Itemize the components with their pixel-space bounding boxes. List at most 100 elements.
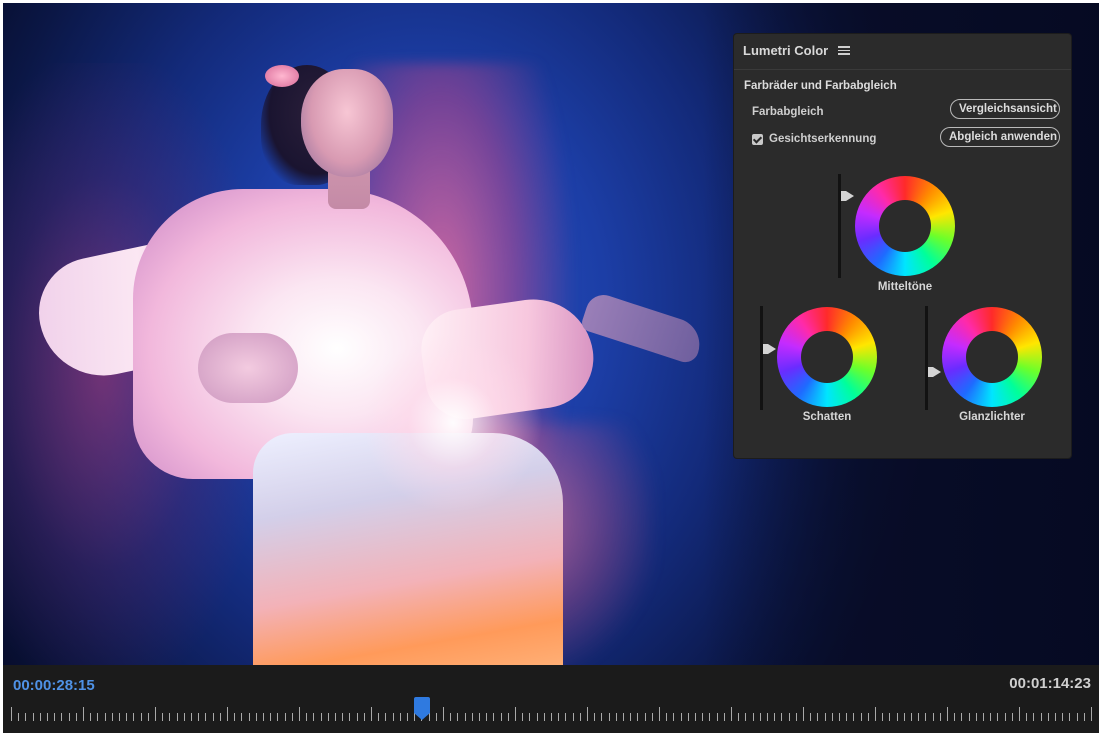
ruler-tick: [666, 713, 668, 721]
ruler-tick: [903, 713, 905, 721]
ruler-tick: [162, 713, 164, 721]
comparison-view-button[interactable]: Vergleichsansicht: [950, 99, 1060, 119]
ruler-tick: [227, 707, 228, 721]
highlights-color-wheel[interactable]: [942, 307, 1042, 407]
ruler-tick: [169, 713, 171, 721]
shadows-slider-thumb[interactable]: [763, 344, 776, 354]
ruler-tick: [716, 713, 718, 721]
ruler-tick: [155, 707, 156, 721]
ruler-tick: [702, 713, 704, 721]
ruler-tick: [140, 713, 142, 721]
ruler-tick: [889, 713, 891, 721]
section-title[interactable]: Farbräder und Farbabgleich: [744, 80, 897, 92]
ruler-tick: [817, 713, 819, 721]
ruler-tick: [126, 713, 128, 721]
ruler-tick: [853, 713, 855, 721]
timeline-ruler[interactable]: [11, 703, 1093, 725]
ruler-tick: [32, 713, 34, 721]
shadows-color-wheel[interactable]: [777, 307, 877, 407]
ruler-tick: [680, 713, 682, 721]
ruler-tick: [68, 713, 70, 721]
ruler-tick: [212, 713, 214, 721]
ruler-tick: [1055, 713, 1056, 721]
ruler-tick: [255, 713, 257, 721]
apply-match-button[interactable]: Abgleich anwenden: [940, 127, 1060, 147]
ruler-tick: [457, 713, 459, 721]
ruler-tick: [990, 713, 992, 721]
ruler-tick: [723, 713, 725, 721]
playhead[interactable]: [414, 697, 431, 721]
midtones-slider-track[interactable]: [838, 174, 841, 278]
current-timecode[interactable]: 00:00:28:15: [13, 677, 95, 694]
ruler-tick: [104, 713, 106, 721]
ruler-tick: [349, 713, 351, 721]
ruler-tick: [234, 713, 236, 721]
ruler-tick: [745, 713, 747, 721]
highlights-slider-thumb[interactable]: [928, 367, 941, 377]
ruler-tick: [558, 713, 560, 721]
color-match-label: Farbabgleich: [752, 106, 824, 118]
ruler-tick: [327, 713, 329, 721]
ruler-tick: [788, 713, 790, 721]
ruler-tick: [205, 713, 207, 721]
ruler-tick: [839, 713, 840, 721]
ruler-tick: [968, 713, 970, 721]
ruler-tick: [443, 707, 444, 721]
face-detection-label: Gesichtserkennung: [769, 133, 877, 145]
ruler-tick: [774, 713, 776, 721]
ruler-tick: [1047, 713, 1049, 721]
ruler-tick: [846, 713, 848, 721]
ruler-tick: [183, 713, 185, 721]
ruler-tick: [1076, 713, 1078, 721]
ruler-tick: [738, 713, 740, 721]
ruler-tick: [947, 707, 948, 721]
ruler-tick: [651, 713, 653, 721]
ruler-tick: [551, 713, 552, 721]
ruler-tick: [111, 713, 113, 721]
ruler-tick: [342, 713, 344, 721]
panel-header: Lumetri Color: [743, 43, 851, 58]
shadows-slider-track[interactable]: [760, 306, 763, 410]
ruler-tick: [860, 713, 862, 721]
playhead-handle[interactable]: [414, 697, 431, 720]
ruler-tick: [695, 713, 696, 721]
light-hotspot: [363, 333, 543, 513]
ruler-tick: [875, 707, 876, 721]
ruler-tick: [306, 713, 308, 721]
ruler-tick: [1040, 713, 1042, 721]
ruler-tick: [594, 713, 596, 721]
ruler-tick: [630, 713, 632, 721]
ruler-tick: [471, 713, 473, 721]
ruler-tick: [543, 713, 545, 721]
hamburger-menu-icon[interactable]: [838, 46, 851, 55]
midtones-slider-thumb[interactable]: [841, 191, 854, 201]
ruler-tick: [241, 713, 243, 721]
highlights-slider-track[interactable]: [925, 306, 928, 410]
ruler-tick: [486, 713, 488, 721]
total-duration-timecode: 00:01:14:23: [1009, 675, 1091, 692]
ruler-tick: [687, 713, 689, 721]
ruler-tick: [767, 713, 768, 721]
ruler-tick: [371, 707, 372, 721]
ruler-tick: [867, 713, 869, 721]
ruler-tick: [500, 713, 502, 721]
ruler-tick: [90, 713, 92, 721]
ruler-tick: [1019, 707, 1020, 721]
ruler-tick: [1004, 713, 1006, 721]
face-detection-row[interactable]: Gesichtserkennung: [752, 133, 876, 145]
ruler-tick: [1091, 707, 1092, 721]
ruler-tick: [731, 707, 732, 721]
ruler-tick: [925, 713, 927, 721]
ruler-tick: [277, 713, 279, 721]
midtones-color-wheel[interactable]: [855, 176, 955, 276]
ruler-tick: [464, 713, 466, 721]
ruler-tick: [299, 707, 300, 721]
face-detection-checkbox[interactable]: [752, 133, 763, 145]
ruler-tick: [896, 713, 898, 721]
ruler-tick: [882, 713, 884, 721]
dancer-scrunchie: [265, 65, 299, 87]
panel-divider: [734, 69, 1071, 70]
ruler-tick: [378, 713, 380, 721]
ruler-tick: [507, 713, 509, 721]
ruler-tick: [263, 713, 264, 721]
